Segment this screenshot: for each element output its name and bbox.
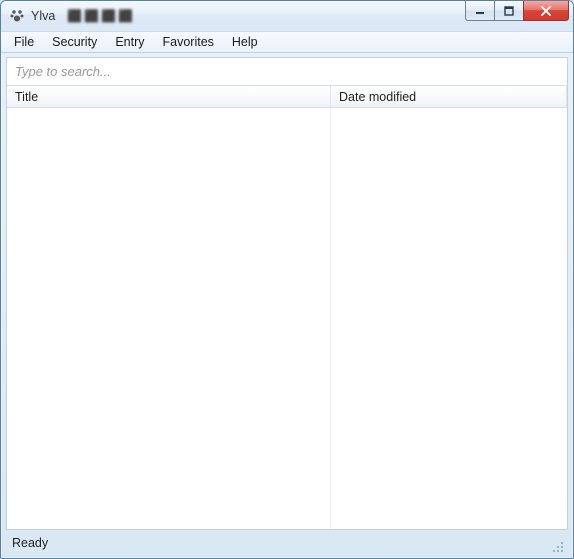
blurred-text: ⬛⬛⬛⬛ xyxy=(67,9,135,23)
list-body[interactable] xyxy=(7,108,567,529)
list-column-title-area xyxy=(7,108,331,529)
menubar: File Security Entry Favorites Help xyxy=(1,31,573,53)
maximize-icon xyxy=(504,6,514,16)
size-grip[interactable] xyxy=(550,539,564,553)
close-button[interactable] xyxy=(523,1,569,21)
paw-icon xyxy=(9,8,25,24)
close-icon xyxy=(540,6,552,16)
size-grip-icon xyxy=(550,539,564,553)
window-controls xyxy=(466,1,569,21)
minimize-icon xyxy=(475,6,485,16)
search-wrap xyxy=(7,58,567,86)
column-header-date-modified[interactable]: Date modified xyxy=(331,86,567,107)
menu-security[interactable]: Security xyxy=(43,32,106,52)
menu-file[interactable]: File xyxy=(5,32,43,52)
statusbar: Ready xyxy=(6,532,568,554)
column-header-title[interactable]: Title xyxy=(7,86,331,107)
window-title: Ylva xyxy=(31,9,55,23)
status-text: Ready xyxy=(12,536,48,550)
menu-favorites[interactable]: Favorites xyxy=(154,32,223,52)
list-header: Title Date modified xyxy=(7,86,567,108)
maximize-button[interactable] xyxy=(494,1,524,21)
list-column-date-area xyxy=(331,108,567,529)
titlebar[interactable]: Ylva ⬛⬛⬛⬛ xyxy=(1,1,573,31)
menu-entry[interactable]: Entry xyxy=(106,32,153,52)
app-window: Ylva ⬛⬛⬛⬛ File Security xyxy=(0,0,574,559)
client-area: Title Date modified xyxy=(6,57,568,530)
minimize-button[interactable] xyxy=(465,1,495,21)
menu-help[interactable]: Help xyxy=(223,32,267,52)
search-input[interactable] xyxy=(9,60,565,83)
